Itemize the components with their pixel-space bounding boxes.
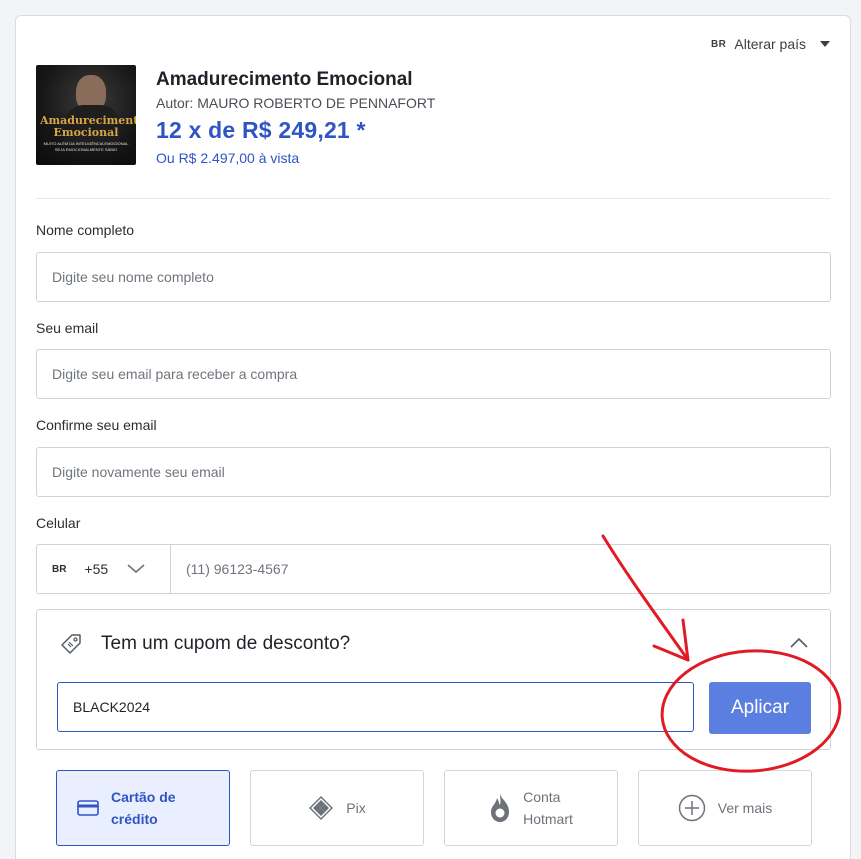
cash-price: Ou R$ 2.497,00 à vista (156, 150, 300, 166)
chevron-down-icon (127, 564, 145, 574)
chevron-up-icon[interactable] (788, 632, 810, 654)
name-field[interactable] (36, 252, 831, 302)
tag-icon (61, 634, 81, 654)
name-input[interactable] (37, 253, 830, 301)
apply-coupon-button[interactable]: Aplicar (709, 682, 811, 734)
country-flag: BR (710, 38, 727, 50)
confirm-email-input[interactable] (37, 448, 830, 496)
coupon-field[interactable] (57, 682, 694, 732)
pix-icon (309, 796, 334, 820)
email-input[interactable] (37, 350, 830, 398)
product-summary: Amadurecimento Emocional MUITO ALÉM DA I… (36, 65, 435, 166)
confirm-email-field[interactable] (36, 447, 831, 497)
phone-field: BR +55 (36, 544, 831, 594)
payment-more[interactable]: Ver mais (638, 770, 812, 846)
phone-input[interactable] (171, 545, 830, 593)
email-field[interactable] (36, 349, 831, 399)
product-image-subtitle: MUITO ALÉM DA INTELIGÊNCIA EMOCIONAL SEJ… (40, 141, 132, 153)
product-title: Amadurecimento Emocional (156, 69, 413, 90)
installment-price: 12 x de R$ 249,21 * (156, 117, 366, 143)
plus-circle-icon (678, 794, 706, 822)
payment-credit-card-label: Cartão de crédito (111, 786, 176, 830)
product-info: Amadurecimento Emocional Autor: MAURO RO… (156, 65, 435, 166)
coupon-section: Tem um cupom de desconto? Aplicar (36, 609, 831, 750)
change-country-label: Alterar país (734, 36, 806, 52)
payment-more-label: Ver mais (717, 800, 773, 816)
payment-hotmart-line2: Hotmart (523, 811, 573, 827)
country-code-select[interactable]: BR +55 (37, 545, 171, 593)
divider (36, 198, 830, 199)
payment-hotmart-account[interactable]: Conta Hotmart (444, 770, 618, 846)
payment-credit-card[interactable]: Cartão de crédito (56, 770, 230, 846)
payment-hotmart-line1: Conta (523, 789, 561, 805)
email-label: Seu email (36, 320, 99, 336)
coupon-header[interactable]: Tem um cupom de desconto? (59, 632, 350, 656)
caret-down-icon (820, 41, 830, 47)
product-author: Autor: MAURO ROBERTO DE PENNAFORT (156, 95, 436, 111)
payment-pix-label: Pix (346, 800, 366, 816)
phone-country-flag: BR (52, 563, 67, 575)
coupon-title: Tem um cupom de desconto? (101, 633, 351, 654)
coupon-input[interactable] (58, 683, 693, 731)
payment-credit-card-line2: crédito (111, 811, 158, 827)
checkout-card: BR Alterar país Amadurecimento Emocional… (15, 15, 851, 859)
product-image-title: Amadurecimento Emocional (40, 114, 136, 139)
credit-card-icon (77, 800, 99, 816)
country-code: +55 (84, 561, 109, 577)
product-image-tagline: SEJA EMOCIONALMENTE SÁBIO (54, 147, 118, 152)
payment-hotmart-label: Conta Hotmart (523, 786, 573, 830)
payment-credit-card-line1: Cartão de (111, 789, 176, 805)
payment-pix[interactable]: Pix (250, 770, 424, 846)
hotmart-flame-icon (491, 794, 510, 822)
name-label: Nome completo (36, 222, 135, 238)
product-image: Amadurecimento Emocional MUITO ALÉM DA I… (36, 65, 136, 165)
change-country-dropdown[interactable]: BR Alterar país (711, 36, 830, 52)
confirm-email-label: Confirme seu email (36, 417, 157, 433)
phone-label: Celular (36, 515, 81, 531)
